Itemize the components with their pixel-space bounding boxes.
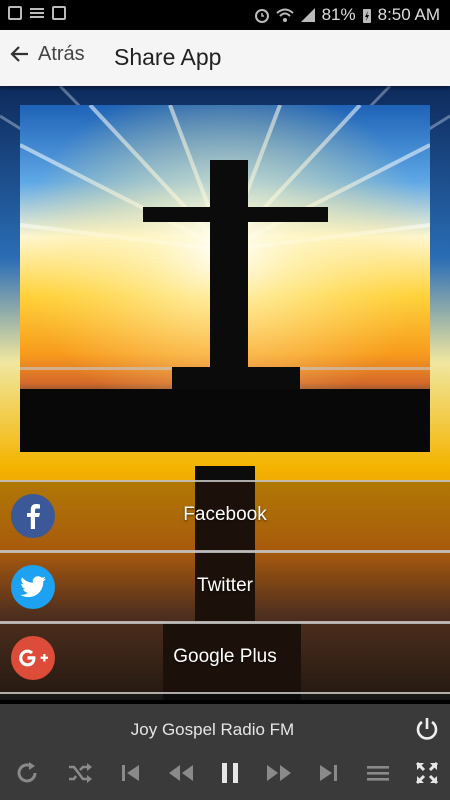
list-notification-icon [30, 6, 44, 20]
share-facebook-button[interactable]: Facebook [0, 480, 450, 552]
skip-previous-button[interactable] [113, 756, 147, 790]
repeat-button[interactable] [10, 756, 44, 790]
playlist-icon [367, 766, 389, 781]
wifi-icon [275, 8, 294, 22]
image-notification-icon [8, 6, 22, 20]
clock: 8:50 AM [377, 5, 440, 24]
status-bar: 81% 8:50 AM [0, 0, 450, 30]
station-name: Joy Gospel Radio FM [130, 720, 295, 739]
power-button[interactable] [414, 716, 440, 747]
fast-forward-button[interactable] [262, 756, 296, 790]
alarm-icon [254, 9, 269, 23]
playlist-button[interactable] [361, 756, 395, 790]
radio-player: Joy Gospel Radio FM [0, 704, 450, 800]
fullscreen-button[interactable] [410, 756, 444, 790]
app-bar: Atrás Share App [0, 30, 450, 86]
skip-next-icon [320, 765, 337, 781]
page-title: Share App [114, 44, 222, 70]
share-facebook-label: Facebook [183, 504, 267, 525]
download-notification-icon [52, 6, 66, 20]
share-google-plus-button[interactable]: Google Plus [0, 622, 450, 694]
cover-image [20, 105, 430, 452]
back-button[interactable]: Atrás [8, 42, 85, 66]
signal-icon [300, 8, 315, 22]
shuffle-icon [69, 763, 92, 783]
rewind-button[interactable] [164, 756, 198, 790]
back-label: Atrás [38, 42, 85, 65]
pause-button[interactable] [213, 756, 247, 790]
repeat-icon [17, 762, 37, 783]
rewind-icon [169, 765, 193, 781]
fullscreen-icon [415, 761, 439, 785]
fast-forward-icon [267, 765, 291, 781]
pause-icon [222, 763, 238, 783]
battery-percent: 81% [321, 5, 356, 24]
shuffle-button[interactable] [63, 756, 97, 790]
arrow-back-icon [10, 46, 28, 62]
power-icon [416, 718, 438, 740]
skip-previous-icon [122, 765, 139, 781]
battery-charging-icon [362, 8, 371, 23]
share-twitter-label: Twitter [197, 575, 253, 596]
skip-next-button[interactable] [312, 756, 346, 790]
share-twitter-button[interactable]: Twitter [0, 551, 450, 623]
player-controls [0, 756, 450, 792]
share-google-plus-label: Google Plus [173, 646, 277, 667]
